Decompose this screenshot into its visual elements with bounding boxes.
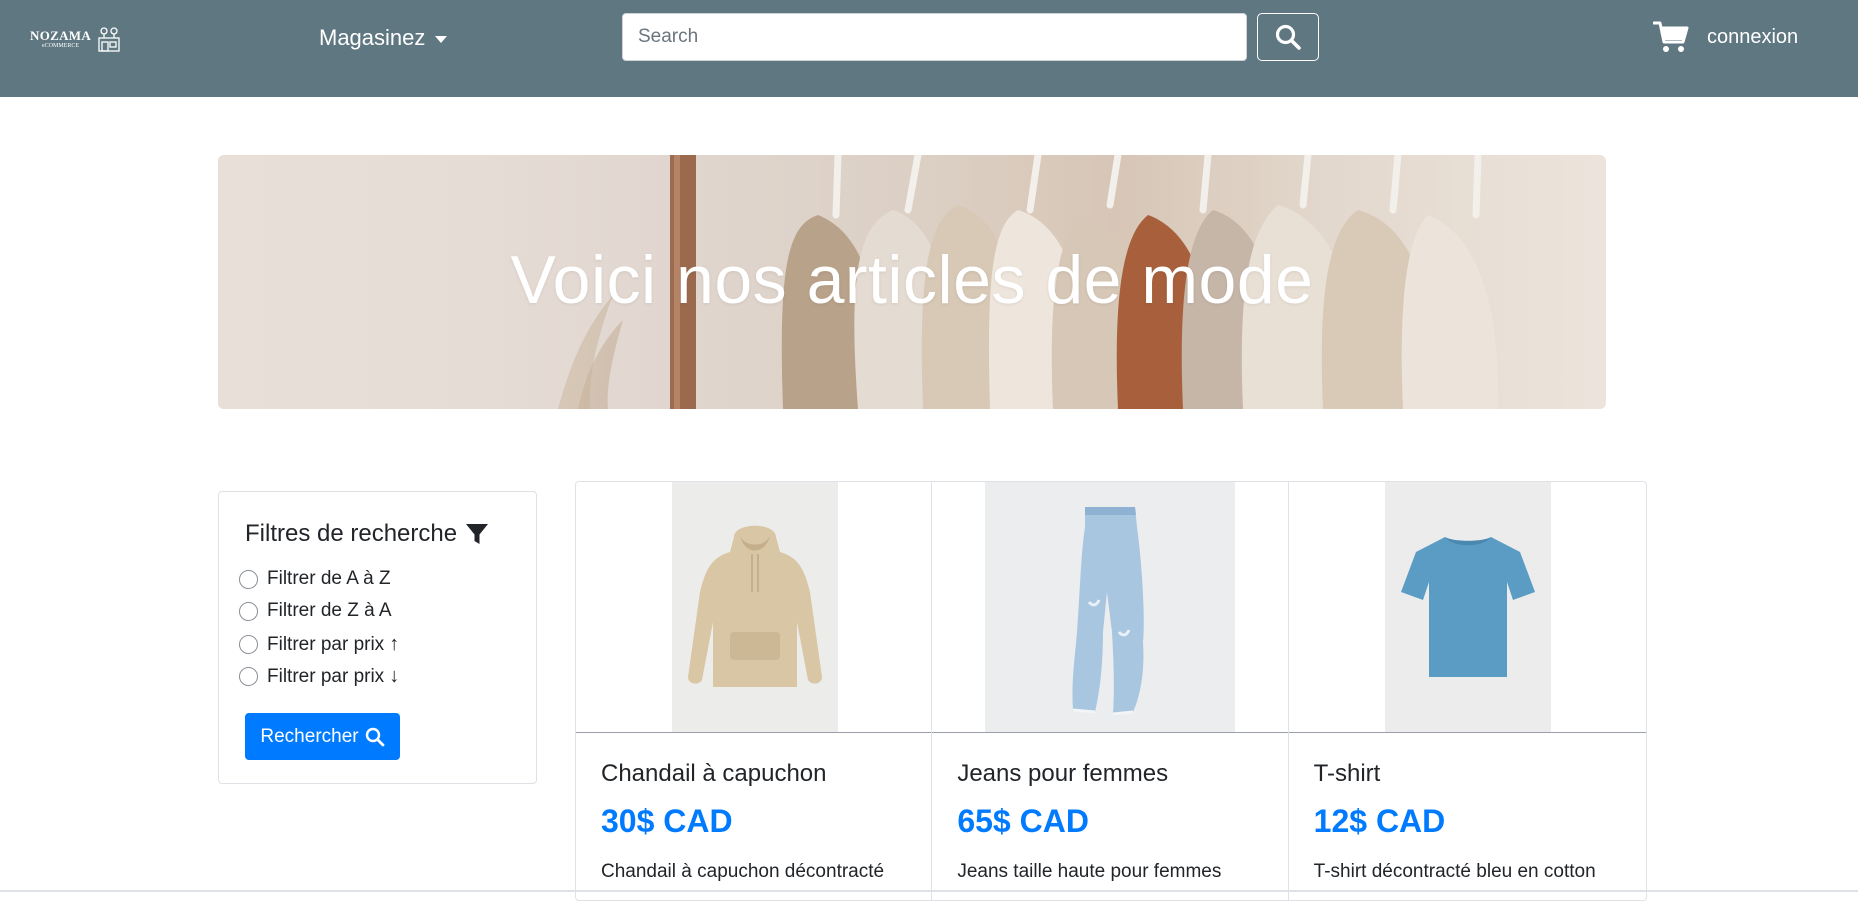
filter-option-price-asc[interactable]: Filtrer par prix ↑ — [239, 633, 399, 656]
filters-heading: Filtres de recherche — [245, 520, 489, 548]
product-grid: Chandail à capuchon 30$ CAD Chandail à c… — [575, 481, 1647, 901]
shop-store-icon — [98, 27, 120, 52]
brand-wordmark: NOZAMA eCOMMERCE — [30, 29, 91, 49]
arrow-up-icon: ↑ — [389, 633, 400, 655]
hoodie-icon — [672, 482, 838, 732]
jeans-image[interactable] — [985, 482, 1236, 732]
search-icon — [365, 727, 385, 746]
product-card[interactable]: Chandail à capuchon 30$ CAD Chandail à c… — [576, 482, 933, 900]
product-description: Chandail à capuchon décontracté — [601, 861, 885, 882]
funnel-filter-icon — [466, 524, 489, 544]
beige-hoodie-image[interactable] — [672, 482, 838, 732]
product-price: 65$ CAD — [957, 803, 1089, 839]
product-card[interactable]: T-shirt 12$ CAD T-shirt décontracté bleu… — [1288, 482, 1646, 900]
shop-dropdown-label: Magasinez — [319, 25, 426, 50]
product-title[interactable]: T-shirt — [1314, 760, 1381, 788]
search-input[interactable] — [622, 13, 1247, 61]
tshirt-icon — [1384, 482, 1551, 732]
hero-title: Voici nos articles de mode — [510, 242, 1314, 318]
shop-dropdown[interactable]: Magasinez — [319, 22, 448, 54]
login-link[interactable]: connexion — [1707, 26, 1798, 49]
filter-option-label: Filtrer de A à Z — [267, 568, 391, 589]
search-submit-button[interactable]: Rechercher — [245, 713, 400, 760]
search-submit-label: Rechercher — [260, 725, 359, 747]
filter-option-a-z[interactable]: Filtrer de A à Z — [239, 568, 391, 590]
brand-tagline: eCOMMERCE — [42, 43, 80, 49]
caret-down-icon — [435, 36, 448, 43]
product-image-frame — [1288, 482, 1646, 733]
jeans-icon — [985, 482, 1236, 732]
brand-name: NOZAMA — [30, 28, 92, 43]
product-title[interactable]: Chandail à capuchon — [601, 760, 827, 788]
tshirt-image[interactable] — [1384, 482, 1551, 732]
product-description: T-shirt décontracté bleu en cotton — [1313, 861, 1596, 882]
filter-option-label: Filtrer par prix — [267, 665, 385, 687]
filter-option-label: Filtrer de Z à A — [267, 600, 392, 621]
filter-option-z-a[interactable]: Filtrer de Z à A — [239, 600, 392, 622]
radio-button[interactable] — [239, 667, 258, 686]
filters-title: Filtres de recherche — [245, 520, 458, 547]
filter-option-price-desc[interactable]: Filtrer par prix ↓ — [239, 665, 399, 688]
search-icon — [1275, 24, 1301, 50]
product-title[interactable]: Jeans pour femmes — [957, 760, 1168, 788]
filter-option-label: Filtrer par prix — [267, 633, 385, 655]
top-navbar: NOZAMA eCOMMERCE Magasinez connexion — [0, 0, 1858, 97]
product-image-frame — [576, 482, 932, 733]
hero-banner: Voici nos articles de mode — [218, 155, 1606, 409]
radio-button[interactable] — [239, 569, 258, 589]
arrow-down-icon: ↓ — [389, 665, 400, 687]
search-button[interactable] — [1257, 13, 1319, 61]
product-card[interactable]: Jeans pour femmes 65$ CAD Jeans taille h… — [932, 482, 1289, 900]
product-price: 12$ CAD — [1313, 803, 1446, 839]
radio-button[interactable] — [239, 635, 258, 654]
product-image-frame — [932, 482, 1288, 733]
radio-button[interactable] — [239, 601, 258, 621]
product-description: Jeans taille haute pour femmes — [957, 861, 1222, 882]
shopping-cart-icon[interactable] — [1653, 20, 1689, 54]
filters-panel: Filtres de recherche Filtrer de A à Z Fi… — [218, 491, 537, 784]
brand-logo[interactable]: NOZAMA eCOMMERCE — [30, 24, 134, 54]
product-price: 30$ CAD — [601, 803, 733, 839]
